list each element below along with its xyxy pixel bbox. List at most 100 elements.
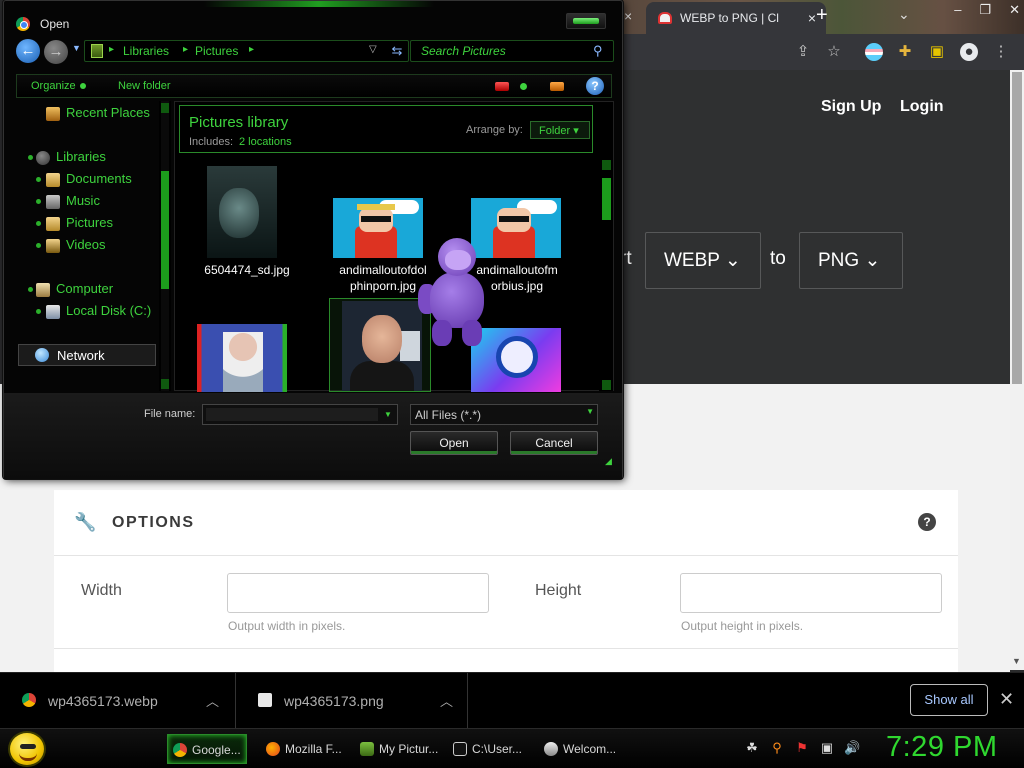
expand-dot-icon[interactable] bbox=[36, 243, 41, 248]
help-icon[interactable]: ? bbox=[586, 77, 604, 95]
purple-gorilla-character[interactable] bbox=[418, 238, 496, 350]
file-item-selected[interactable] bbox=[329, 298, 431, 392]
start-button[interactable] bbox=[8, 731, 46, 767]
chevron-up-icon[interactable]: ︿ bbox=[206, 691, 219, 710]
extensions-puzzle-icon[interactable]: ✚ bbox=[896, 43, 914, 61]
refresh-icon[interactable]: ⇆ bbox=[386, 41, 408, 61]
help-icon[interactable]: ? bbox=[918, 513, 936, 531]
nav-item-network[interactable]: Network bbox=[18, 344, 156, 366]
scroll-up-arrow-icon[interactable] bbox=[161, 103, 169, 113]
change-view-icon[interactable] bbox=[495, 82, 509, 91]
search-input[interactable]: Search Pictures ⚲ bbox=[410, 40, 614, 62]
breadcrumb-libraries[interactable]: Libraries bbox=[123, 44, 169, 58]
nav-pane-scrollbar[interactable] bbox=[159, 101, 171, 391]
file-type-dropdown[interactable]: All Files (*.*) ▼ bbox=[410, 404, 598, 425]
nav-item-libraries[interactable]: Libraries bbox=[28, 149, 106, 167]
login-link[interactable]: Login bbox=[900, 98, 944, 116]
taskbar-button-cmd[interactable]: C:\User... bbox=[448, 734, 532, 764]
volume-icon[interactable]: 🔊 bbox=[844, 740, 860, 756]
page-scrollbar[interactable]: ▼ bbox=[1010, 70, 1024, 670]
breadcrumb-separator-icon[interactable]: ▸ bbox=[109, 44, 114, 55]
network-tray-icon[interactable]: ▣ bbox=[819, 740, 835, 756]
taskbar-button-pictures[interactable]: My Pictur... bbox=[355, 734, 439, 764]
nav-item-local-disk[interactable]: Local Disk (C:) bbox=[36, 303, 151, 321]
nav-item-computer[interactable]: Computer bbox=[28, 281, 113, 299]
library-locations-link[interactable]: 2 locations bbox=[239, 136, 292, 148]
search-tray-icon[interactable]: ⚲ bbox=[769, 740, 785, 756]
height-input[interactable] bbox=[680, 573, 942, 613]
file-item[interactable]: 6504474_sd.jpg bbox=[191, 166, 303, 286]
minimize-icon[interactable]: – bbox=[954, 2, 961, 18]
breadcrumb-pictures[interactable]: Pictures bbox=[195, 44, 238, 58]
expand-dot-icon[interactable] bbox=[36, 309, 41, 314]
nav-item-recent-places[interactable]: Recent Places bbox=[46, 105, 150, 123]
scroll-thumb[interactable] bbox=[602, 178, 611, 220]
file-item[interactable] bbox=[191, 316, 303, 392]
scroll-down-arrow-icon[interactable] bbox=[161, 379, 169, 389]
nav-item-videos[interactable]: Videos bbox=[36, 237, 106, 255]
breadcrumb-separator-icon[interactable]: ▸ bbox=[183, 44, 188, 55]
banana-tray-icon[interactable]: ☘ bbox=[744, 740, 760, 756]
nav-item-pictures[interactable]: Pictures bbox=[36, 215, 113, 233]
scroll-down-arrow-icon[interactable] bbox=[602, 380, 611, 390]
from-format-dropdown[interactable]: WEBP ⌄ bbox=[645, 232, 761, 289]
bookmark-star-icon[interactable]: ☆ bbox=[825, 43, 843, 61]
arrange-by-dropdown[interactable]: Folder ▾ bbox=[530, 121, 590, 139]
nav-item-music[interactable]: Music bbox=[36, 193, 100, 211]
chrome-menu-icon[interactable]: ⋮ bbox=[992, 43, 1010, 61]
scroll-up-arrow-icon[interactable] bbox=[602, 160, 611, 170]
scroll-thumb[interactable] bbox=[161, 171, 169, 289]
action-center-flag-icon[interactable]: ⚑ bbox=[794, 740, 810, 756]
show-all-button[interactable]: Show all bbox=[910, 684, 988, 716]
taskbar-button-chrome[interactable]: Google... bbox=[167, 734, 247, 764]
close-window-icon[interactable]: ✕ bbox=[1009, 2, 1020, 18]
page-scroll-thumb[interactable] bbox=[1012, 72, 1022, 384]
breadcrumb-separator-icon[interactable]: ▸ bbox=[249, 44, 254, 55]
dialog-close-button[interactable] bbox=[566, 13, 606, 29]
expand-dot-icon[interactable] bbox=[28, 155, 33, 160]
download-item[interactable]: wp4365173.webp ︿ bbox=[0, 673, 236, 729]
side-panel-icon[interactable]: ▣ bbox=[928, 43, 946, 61]
forward-arrow-icon[interactable]: → bbox=[44, 40, 68, 64]
recent-locations-dropdown-icon[interactable]: ▼ bbox=[72, 43, 81, 53]
resize-grip-icon[interactable]: ◢ bbox=[605, 456, 612, 467]
cancel-button[interactable]: Cancel bbox=[510, 431, 598, 455]
close-tab-icon[interactable]: × bbox=[624, 8, 632, 24]
organize-button[interactable]: Organize bbox=[31, 80, 86, 92]
new-folder-button[interactable]: New folder bbox=[118, 80, 171, 92]
flag-extension-icon[interactable] bbox=[865, 43, 883, 61]
expand-dot-icon[interactable] bbox=[36, 177, 41, 182]
chevron-up-icon[interactable]: ︿ bbox=[440, 691, 453, 710]
expand-dot-icon[interactable] bbox=[36, 221, 41, 226]
download-item[interactable]: wp4365173.png ︿ bbox=[236, 673, 468, 729]
taskbar-button-welcome[interactable]: Welcom... bbox=[539, 734, 625, 764]
taskbar-button-firefox[interactable]: Mozilla F... bbox=[261, 734, 349, 764]
nav-item-documents[interactable]: Documents bbox=[36, 171, 132, 189]
browser-tab[interactable]: WEBP to PNG | Cl × bbox=[646, 2, 826, 34]
width-input[interactable] bbox=[227, 573, 489, 613]
preview-pane-icon[interactable] bbox=[550, 82, 564, 91]
tab-close-icon[interactable]: × bbox=[808, 10, 816, 26]
chevron-down-icon[interactable]: ▼ bbox=[381, 407, 395, 422]
tab-search-icon[interactable]: ⌄ bbox=[898, 6, 910, 23]
to-format-dropdown[interactable]: PNG ⌄ bbox=[799, 232, 903, 289]
taskbar-clock[interactable]: 7:29 PM bbox=[886, 731, 998, 764]
scroll-down-arrow-icon[interactable]: ▼ bbox=[1012, 656, 1021, 666]
signup-link[interactable]: Sign Up bbox=[821, 98, 881, 116]
view-options-dropdown-icon[interactable] bbox=[520, 83, 527, 90]
back-arrow-icon[interactable]: ← bbox=[16, 39, 40, 63]
file-pane-scrollbar[interactable] bbox=[599, 158, 613, 391]
share-icon[interactable]: ⇪ bbox=[794, 43, 812, 61]
restore-icon[interactable]: ❐ bbox=[979, 2, 991, 18]
address-dropdown-icon[interactable]: ▽ bbox=[369, 44, 377, 55]
search-icon[interactable]: ⚲ bbox=[593, 43, 609, 59]
close-download-shelf-icon[interactable]: ✕ bbox=[999, 689, 1014, 710]
open-button[interactable]: Open bbox=[410, 431, 498, 455]
expand-dot-icon[interactable] bbox=[36, 199, 41, 204]
dialog-titlebar[interactable]: Open bbox=[4, 1, 622, 37]
new-tab-button[interactable]: + bbox=[816, 4, 828, 27]
profile-avatar-icon[interactable]: ● bbox=[960, 43, 978, 61]
address-bar[interactable]: ▸ Libraries ▸ Pictures ▸ ▽ ⇆ bbox=[84, 40, 409, 62]
file-name-input[interactable]: ▼ bbox=[202, 404, 398, 425]
expand-dot-icon[interactable] bbox=[28, 287, 33, 292]
